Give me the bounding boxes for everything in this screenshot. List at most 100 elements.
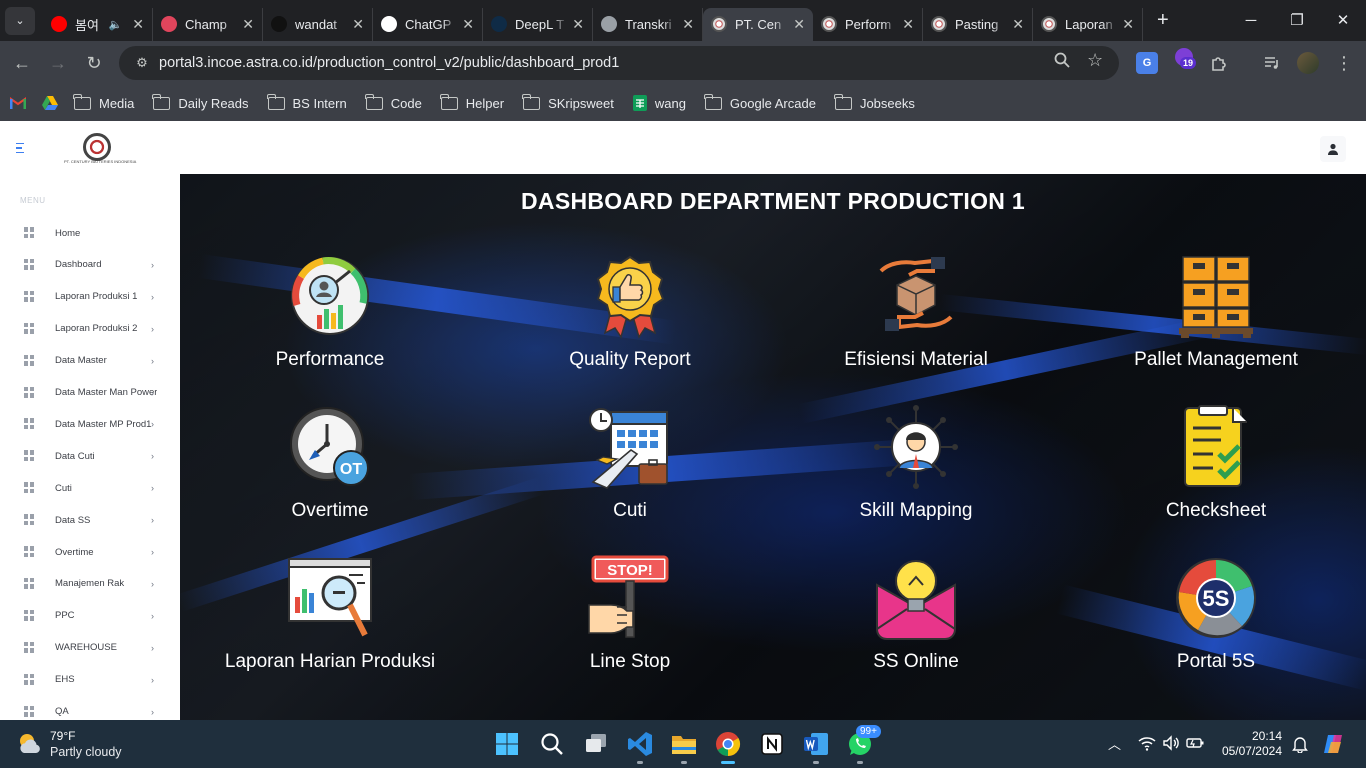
bookmark-helper[interactable]: Helper bbox=[439, 93, 504, 111]
browser-tab[interactable]: ChatGP ✕ bbox=[373, 7, 483, 41]
browser-tab[interactable]: Champ ✕ bbox=[153, 7, 263, 41]
sidebar-item-warehouse[interactable]: WAREHOUSE › bbox=[0, 638, 180, 658]
reload-button[interactable]: ↻ bbox=[76, 45, 112, 81]
bookmark-wang[interactable]: wang bbox=[632, 95, 686, 111]
taskbar-whatsapp[interactable]: 99+ bbox=[844, 725, 881, 764]
close-tab-icon[interactable]: ✕ bbox=[1012, 16, 1024, 33]
sidebar-item-cuti[interactable]: Cuti › bbox=[0, 478, 180, 498]
browser-tab[interactable]: 봄여 🔈 ✕ bbox=[43, 7, 153, 41]
sidebar-item-manajemen-rak[interactable]: Manajemen Rak › bbox=[0, 574, 180, 594]
company-logo[interactable]: PT. CENTURY BATTERIES INDONESIA bbox=[64, 133, 136, 165]
tile-pallet-management[interactable]: Pallet Management bbox=[1066, 253, 1366, 393]
close-tab-icon[interactable]: ✕ bbox=[462, 16, 474, 33]
close-window-button[interactable]: ✕ bbox=[1320, 0, 1366, 40]
forward-button[interactable]: → bbox=[40, 45, 76, 81]
sidebar-item-dashboard[interactable]: Dashboard › bbox=[0, 255, 180, 275]
bookmark-google-drive[interactable] bbox=[42, 96, 58, 110]
tile-overtime[interactable]: OT Overtime bbox=[180, 404, 480, 544]
sidebar-item-laporan-produksi-1[interactable]: Laporan Produksi 1 › bbox=[0, 287, 180, 307]
taskbar-file-explorer[interactable] bbox=[668, 728, 700, 764]
sidebar-item-data-cuti[interactable]: Data Cuti › bbox=[0, 446, 180, 466]
speaker-icon[interactable]: 🔈 bbox=[109, 18, 123, 31]
browser-tab[interactable]: Pasting ✕ bbox=[923, 7, 1033, 41]
system-clock[interactable]: 20:14 05/07/2024 bbox=[1220, 729, 1282, 759]
tile-quality-report[interactable]: Quality Report bbox=[480, 253, 780, 393]
taskbar-vscode[interactable] bbox=[624, 728, 656, 764]
taskbar-search-button[interactable] bbox=[536, 728, 568, 760]
bookmark-skripsweet[interactable]: SKripsweet bbox=[522, 93, 614, 111]
browser-tab[interactable]: Transkri ✕ bbox=[593, 7, 703, 41]
sidebar-item-data-ss[interactable]: Data SS › bbox=[0, 510, 180, 530]
sidebar-item-home[interactable]: Home bbox=[0, 223, 180, 243]
taskbar-chrome[interactable] bbox=[712, 728, 744, 764]
back-button[interactable]: ← bbox=[4, 45, 40, 81]
sidebar-item-data-master-man-power[interactable]: Data Master Man Power › bbox=[0, 383, 180, 403]
close-tab-icon[interactable]: ✕ bbox=[352, 16, 364, 33]
extension-badge-icon[interactable]: 19 bbox=[1175, 48, 1197, 74]
taskbar-word[interactable] bbox=[800, 728, 832, 764]
bookmark-gmail[interactable] bbox=[10, 97, 26, 109]
url-text[interactable]: portal3.incoe.astra.co.id/production_con… bbox=[159, 55, 619, 71]
tile-skill-mapping[interactable]: Skill Mapping bbox=[766, 404, 1066, 544]
browser-tab[interactable]: Laporan ✕ bbox=[1033, 7, 1143, 41]
weather-widget[interactable]: 79°F Partly cloudy bbox=[16, 728, 122, 760]
bookmark-daily-reads[interactable]: Daily Reads bbox=[152, 93, 249, 111]
task-view-button[interactable] bbox=[580, 728, 612, 760]
volume-icon[interactable] bbox=[1162, 735, 1180, 756]
close-tab-icon[interactable]: ✕ bbox=[572, 16, 584, 33]
new-tab-button[interactable]: + bbox=[1157, 9, 1169, 32]
tile-checksheet[interactable]: Checksheet bbox=[1066, 404, 1366, 544]
close-tab-icon[interactable]: ✕ bbox=[132, 16, 144, 33]
minimize-button[interactable]: ─ bbox=[1228, 0, 1274, 40]
profile-avatar[interactable] bbox=[1297, 52, 1319, 74]
bookmark-media[interactable]: Media bbox=[73, 93, 134, 111]
tile-laporan-harian-produksi[interactable]: Laporan Harian Produksi bbox=[180, 555, 480, 695]
sidebar-item-qa[interactable]: QA › bbox=[0, 702, 180, 721]
close-tab-icon[interactable]: ✕ bbox=[682, 16, 694, 33]
browser-tab[interactable]: PT. Cen ✕ bbox=[703, 7, 813, 41]
bookmark-code[interactable]: Code bbox=[364, 93, 422, 111]
sidebar-item-data-master[interactable]: Data Master › bbox=[0, 351, 180, 371]
copilot-icon[interactable] bbox=[1322, 732, 1346, 761]
bookmark-jobseeks[interactable]: Jobseeks bbox=[833, 93, 915, 111]
tab-search-button[interactable]: ⌄ bbox=[5, 6, 35, 35]
sidebar-toggle-button[interactable] bbox=[8, 135, 34, 161]
sidebar-item-data-master-mp-prod1[interactable]: Data Master MP Prod1 › bbox=[0, 414, 180, 434]
browser-tab[interactable]: DeepL T ✕ bbox=[483, 7, 593, 41]
tile-portal-5s[interactable]: 5S Portal 5S bbox=[1066, 555, 1366, 695]
media-control-icon[interactable] bbox=[1261, 52, 1283, 74]
address-bar[interactable]: ⚙ portal3.incoe.astra.co.id/production_c… bbox=[119, 46, 1119, 80]
taskbar-notion[interactable] bbox=[756, 728, 788, 760]
chevron-right-icon: › bbox=[151, 610, 154, 621]
bookmark-bs-intern[interactable]: BS Intern bbox=[266, 93, 347, 111]
extensions-puzzle-icon[interactable] bbox=[1208, 52, 1230, 74]
battery-icon[interactable] bbox=[1186, 736, 1204, 755]
browser-tab[interactable]: Perform ✕ bbox=[813, 7, 923, 41]
close-tab-icon[interactable]: ✕ bbox=[1122, 16, 1134, 33]
user-menu-button[interactable] bbox=[1320, 136, 1346, 162]
browser-menu-icon[interactable]: ⋮ bbox=[1333, 52, 1355, 74]
restore-button[interactable]: ❐ bbox=[1274, 0, 1320, 40]
sidebar-item-ehs[interactable]: EHS › bbox=[0, 670, 180, 690]
tile-efisiensi-material[interactable]: Efisiensi Material bbox=[766, 253, 1066, 393]
tile-performance[interactable]: Performance bbox=[180, 253, 480, 393]
sidebar-item-ppc[interactable]: PPC › bbox=[0, 606, 180, 626]
chevron-up-icon[interactable]: ︿ bbox=[1108, 734, 1121, 753]
tile-line-stop[interactable]: STOP! Line Stop bbox=[480, 555, 780, 695]
tile-cuti[interactable]: Cuti bbox=[480, 404, 780, 544]
google-translate-icon[interactable]: G bbox=[1136, 52, 1158, 74]
start-button[interactable] bbox=[491, 728, 523, 760]
close-tab-icon[interactable]: ✕ bbox=[242, 16, 254, 33]
sidebar-item-overtime[interactable]: Overtime › bbox=[0, 542, 180, 562]
browser-tab[interactable]: wandat ✕ bbox=[263, 7, 373, 41]
notification-bell-icon[interactable] bbox=[1292, 735, 1308, 758]
tile-ss-online[interactable]: SS Online bbox=[766, 555, 1066, 695]
bookmark-star-icon[interactable]: ☆ bbox=[1087, 50, 1103, 71]
zoom-search-icon[interactable] bbox=[1054, 52, 1070, 73]
bookmark-google-arcade[interactable]: Google Arcade bbox=[703, 93, 816, 111]
wifi-icon[interactable] bbox=[1138, 735, 1156, 756]
close-tab-icon[interactable]: ✕ bbox=[902, 16, 914, 33]
site-info-icon[interactable]: ⚙ bbox=[127, 55, 157, 71]
close-tab-icon[interactable]: ✕ bbox=[793, 16, 805, 33]
sidebar-item-laporan-produksi-2[interactable]: Laporan Produksi 2 › bbox=[0, 319, 180, 339]
